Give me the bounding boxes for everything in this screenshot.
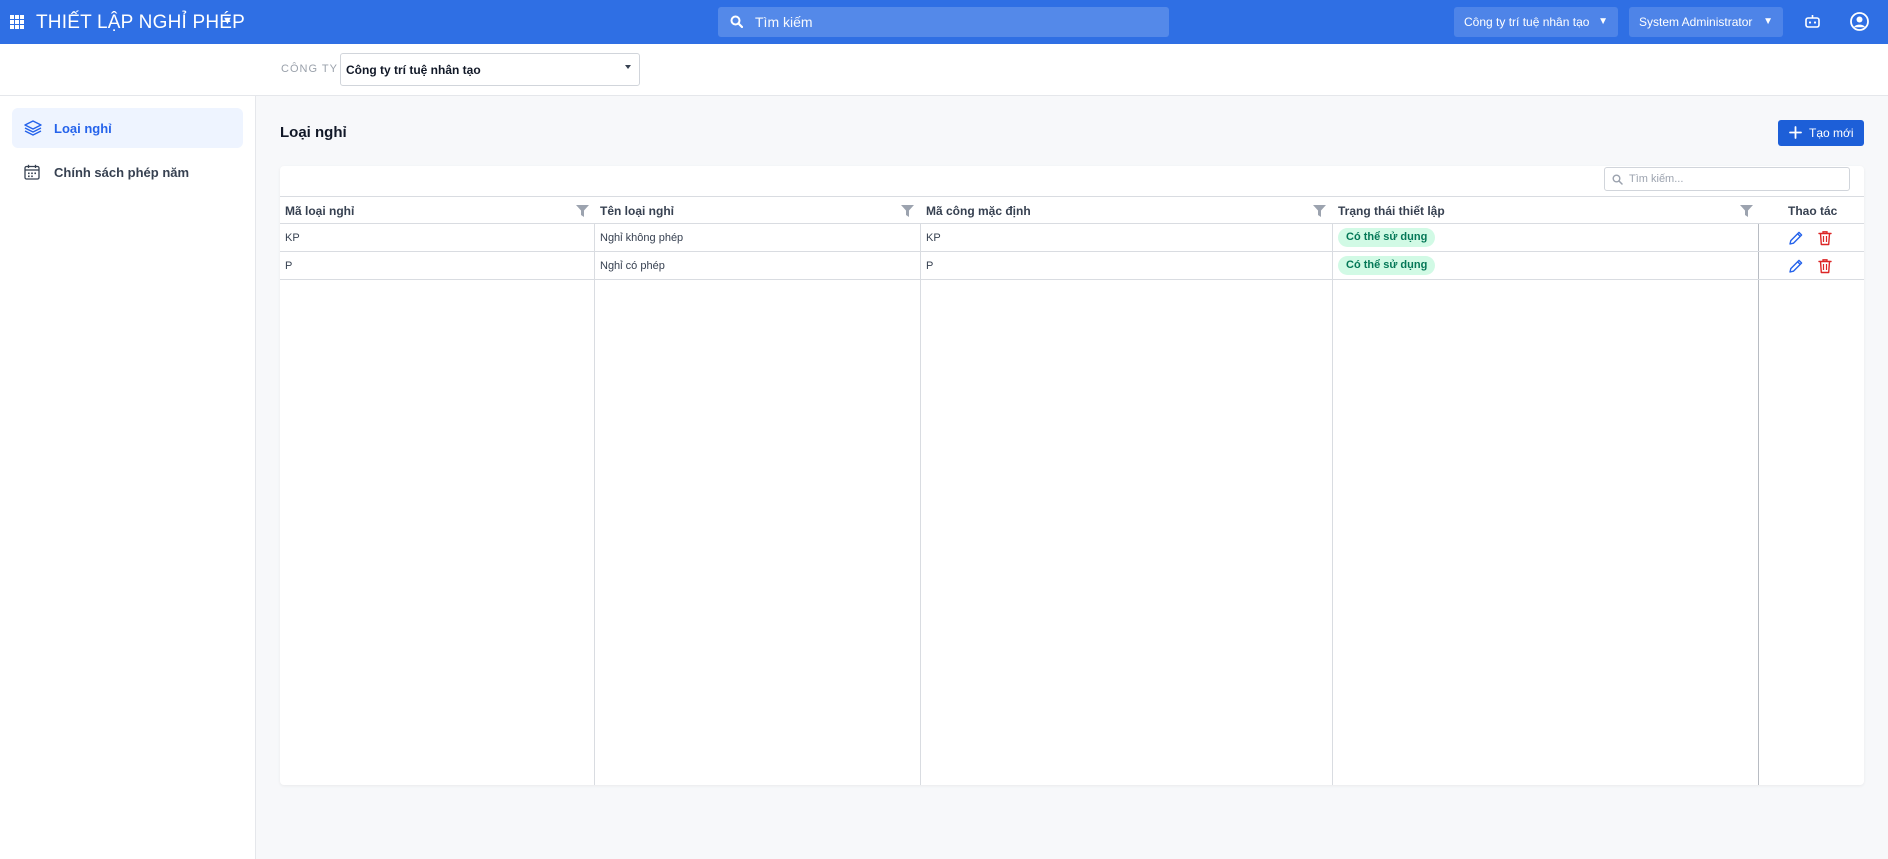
global-search[interactable]: Tìm kiếm bbox=[718, 7, 1169, 37]
company-switcher[interactable]: Công ty trí tuệ nhân tạo ▼ bbox=[1454, 7, 1618, 37]
app-title[interactable]: THIẾT LẬP NGHỈ PHÉP bbox=[36, 12, 245, 34]
cell-name: Nghỉ không phép bbox=[600, 232, 684, 244]
layers-icon bbox=[24, 120, 42, 136]
cell-code: KP bbox=[285, 232, 300, 244]
sidebar-item-label: Chính sách phép năm bbox=[54, 165, 190, 180]
global-search-placeholder[interactable]: Tìm kiếm bbox=[755, 14, 813, 30]
company-switcher-label: Công ty trí tuệ nhân tạo bbox=[1464, 15, 1590, 29]
edit-icon[interactable] bbox=[1788, 258, 1804, 274]
delete-icon[interactable] bbox=[1817, 258, 1833, 274]
cell-name: Nghỉ có phép bbox=[600, 260, 665, 272]
company-filter-bar: CÔNG TY Công ty trí tuệ nhân tạo bbox=[0, 44, 1888, 96]
company-select-value: Công ty trí tuệ nhân tạo bbox=[346, 63, 481, 77]
sidebar-item-leave-types[interactable]: Loại nghỉ bbox=[12, 108, 243, 148]
sidebar: Loại nghỉ Chính sách phép năm bbox=[0, 96, 256, 859]
user-avatar-icon[interactable] bbox=[1850, 12, 1869, 31]
table-row[interactable]: P Nghỉ có phép P Có thể sử dụng bbox=[280, 252, 1864, 280]
page-title: Loại nghỉ bbox=[280, 124, 347, 141]
leave-types-table-card: Mã loại nghỉ Tên loại nghỉ Mã công mặc đ… bbox=[280, 166, 1864, 785]
cell-code: P bbox=[285, 260, 293, 272]
apps-grid-icon[interactable] bbox=[10, 15, 26, 29]
company-label: CÔNG TY bbox=[281, 63, 338, 75]
user-menu[interactable]: System Administrator ▼ bbox=[1629, 7, 1783, 37]
chevron-down-icon: ▼ bbox=[1598, 16, 1608, 27]
column-divider bbox=[1758, 196, 1759, 785]
create-button[interactable]: Tạo mới bbox=[1778, 120, 1864, 146]
plus-icon bbox=[1789, 126, 1802, 139]
table-search-input[interactable] bbox=[1629, 171, 1839, 187]
robot-icon[interactable] bbox=[1804, 13, 1821, 30]
edit-icon[interactable] bbox=[1788, 230, 1804, 246]
sidebar-item-label: Loại nghỉ bbox=[54, 121, 112, 136]
leave-types-table: Mã loại nghỉ Tên loại nghỉ Mã công mặc đ… bbox=[280, 196, 1864, 785]
table-row[interactable]: KP Nghỉ không phép KP Có thể sử dụng bbox=[280, 224, 1864, 252]
caret-down-icon bbox=[625, 65, 631, 69]
chevron-down-icon[interactable]: ▼ bbox=[222, 15, 233, 27]
create-button-label: Tạo mới bbox=[1809, 126, 1854, 140]
filter-icon[interactable] bbox=[1740, 205, 1753, 217]
top-bar: THIẾT LẬP NGHỈ PHÉP ▼ Tìm kiếm Công ty t… bbox=[0, 0, 1888, 44]
search-icon bbox=[730, 15, 743, 28]
table-header: Mã loại nghỉ Tên loại nghỉ Mã công mặc đ… bbox=[280, 196, 1864, 224]
calendar-icon bbox=[24, 164, 40, 180]
status-badge: Có thể sử dụng bbox=[1338, 256, 1436, 275]
user-menu-label: System Administrator bbox=[1639, 15, 1753, 29]
status-badge: Có thể sử dụng bbox=[1338, 228, 1436, 247]
chevron-down-icon: ▼ bbox=[1763, 16, 1773, 27]
column-divider bbox=[1332, 196, 1333, 785]
filter-icon[interactable] bbox=[1313, 205, 1326, 217]
sidebar-item-annual-leave-policy[interactable]: Chính sách phép năm bbox=[12, 152, 243, 192]
filter-icon[interactable] bbox=[901, 205, 914, 217]
search-icon bbox=[1612, 174, 1623, 185]
column-header-status[interactable]: Trạng thái thiết lập bbox=[1338, 204, 1445, 218]
cell-default-code: P bbox=[926, 260, 934, 272]
column-header-default-code[interactable]: Mã công mặc định bbox=[926, 204, 1031, 218]
filter-icon[interactable] bbox=[576, 205, 589, 217]
cell-default-code: KP bbox=[926, 232, 941, 244]
company-select[interactable]: Công ty trí tuệ nhân tạo bbox=[340, 53, 640, 86]
column-divider bbox=[594, 196, 595, 785]
column-header-actions: Thao tác bbox=[1788, 204, 1838, 218]
table-search[interactable] bbox=[1604, 167, 1850, 191]
column-divider bbox=[920, 196, 921, 785]
column-header-name[interactable]: Tên loại nghỉ bbox=[600, 204, 674, 218]
delete-icon[interactable] bbox=[1817, 230, 1833, 246]
column-header-code[interactable]: Mã loại nghỉ bbox=[285, 204, 354, 218]
